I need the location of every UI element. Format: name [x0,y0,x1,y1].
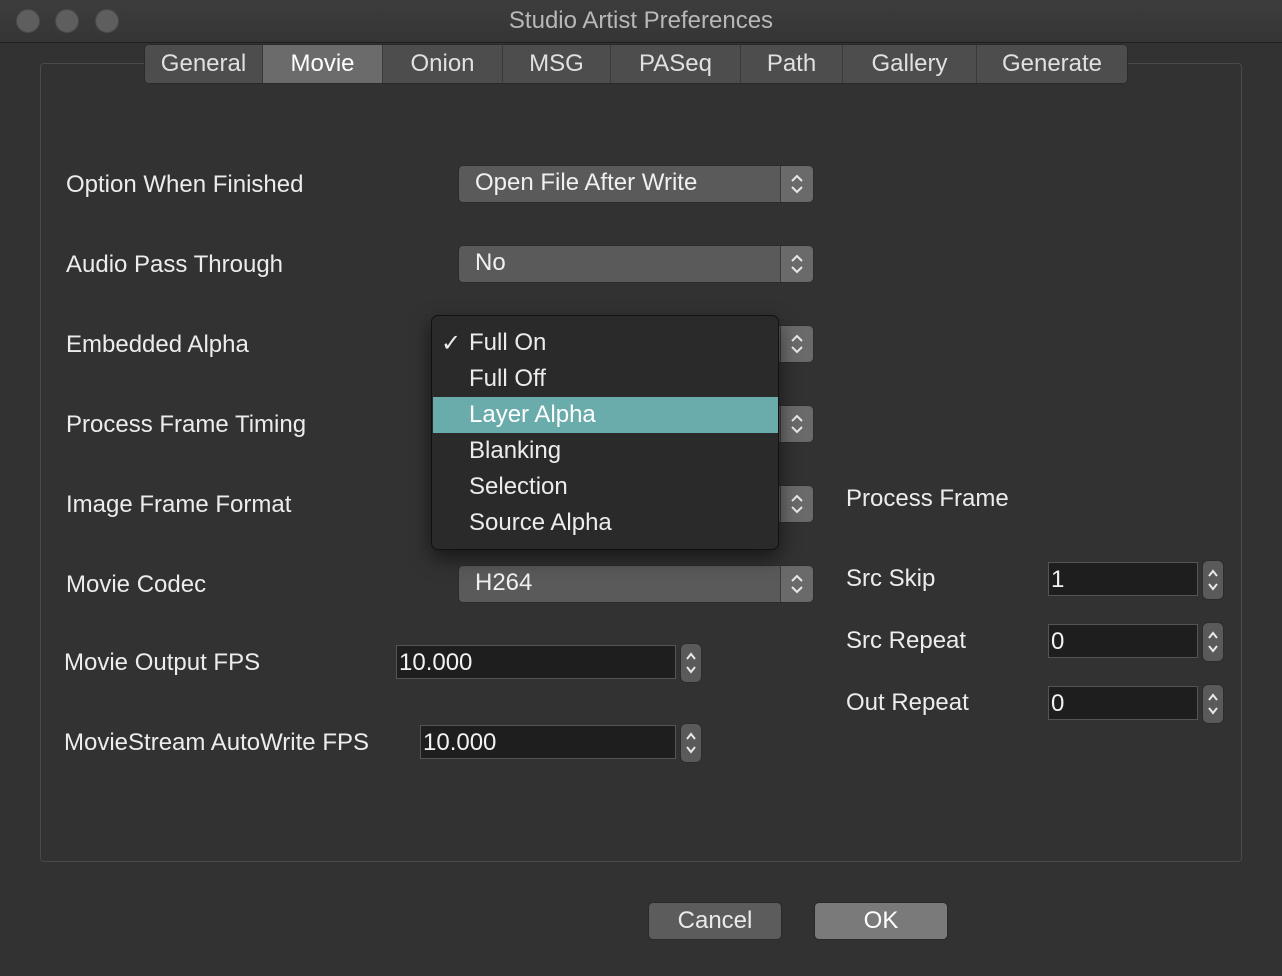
embedded-alpha-label: Embedded Alpha [66,331,249,358]
src-repeat-value: 0 [1051,628,1065,655]
cancel-button[interactable]: Cancel [648,902,782,940]
menu-item-layer-alpha[interactable]: Layer Alpha [433,397,778,433]
out-repeat-label: Out Repeat [846,689,969,716]
audio-pass-through-value: No [475,249,506,276]
movie-output-fps-field[interactable]: 10.000 [396,645,676,679]
movie-codec-popup[interactable]: H264 [458,565,814,603]
audio-pass-through-label: Audio Pass Through [66,251,284,278]
tab-movie[interactable]: Movie [263,45,383,83]
up-down-arrows-icon [780,406,813,442]
out-repeat-field[interactable]: 0 [1048,686,1198,720]
movie-codec-value: H264 [475,569,533,596]
src-skip-field[interactable]: 1 [1048,562,1198,596]
movie-codec-label: Movie Codec [66,571,207,598]
option-when-finished-popup[interactable]: Open File After Write [458,165,814,203]
image-frame-format-label: Image Frame Format [66,491,292,518]
window-title: Studio Artist Preferences [508,7,774,34]
checkmark-icon: ✓ [441,330,462,357]
embedded-alpha-menu: ✓ Full On Full Off Layer Alpha Blanking … [431,315,779,550]
tab-generate[interactable]: Generate [977,45,1127,83]
up-down-arrows-icon [780,566,813,602]
src-skip-value: 1 [1051,566,1065,593]
moviestream-autowrite-fps-label: MovieStream AutoWrite FPS [64,729,369,756]
src-skip-stepper[interactable] [1202,560,1224,600]
option-when-finished-label: Option When Finished [66,171,304,198]
out-repeat-value: 0 [1051,690,1065,717]
out-repeat-stepper[interactable] [1202,684,1224,724]
movie-output-fps-label: Movie Output FPS [64,649,261,676]
process-frame-heading: Process Frame [846,485,1009,512]
up-down-arrows-icon [780,246,813,282]
tab-paseq[interactable]: PASeq [611,45,741,83]
tab-msg[interactable]: MSG [503,45,611,83]
menu-item-full-on[interactable]: ✓ Full On [433,325,778,361]
moviestream-autowrite-fps-field[interactable]: 10.000 [420,725,676,759]
title-bar[interactable]: Studio Artist Preferences [0,0,1282,43]
src-skip-label: Src Skip [846,565,936,592]
option-when-finished-value: Open File After Write [475,169,698,196]
moviestream-autowrite-fps-stepper[interactable] [680,723,702,763]
tab-general[interactable]: General [145,45,263,83]
menu-item-source-alpha[interactable]: Source Alpha [433,505,778,541]
preferences-window: Studio Artist Preferences General Movie … [0,0,1282,976]
moviestream-autowrite-fps-value: 10.000 [423,729,497,756]
process-frame-timing-label: Process Frame Timing [66,411,307,438]
up-down-arrows-icon [780,326,813,362]
tab-onion[interactable]: Onion [383,45,503,83]
menu-item-selection[interactable]: Selection [433,469,778,505]
up-down-arrows-icon [780,486,813,522]
src-repeat-label: Src Repeat [846,627,967,654]
tab-path[interactable]: Path [741,45,843,83]
movie-output-fps-stepper[interactable] [680,643,702,683]
src-repeat-stepper[interactable] [1202,622,1224,662]
up-down-arrows-icon [780,166,813,202]
tab-gallery[interactable]: Gallery [843,45,977,83]
ok-button[interactable]: OK [814,902,948,940]
audio-pass-through-popup[interactable]: No [458,245,814,283]
preferences-tab-bar: General Movie Onion MSG PASeq Path Galle… [144,44,1128,84]
menu-item-full-off[interactable]: Full Off [433,361,778,397]
movie-output-fps-value: 10.000 [399,649,473,676]
menu-item-blanking[interactable]: Blanking [433,433,778,469]
src-repeat-field[interactable]: 0 [1048,624,1198,658]
